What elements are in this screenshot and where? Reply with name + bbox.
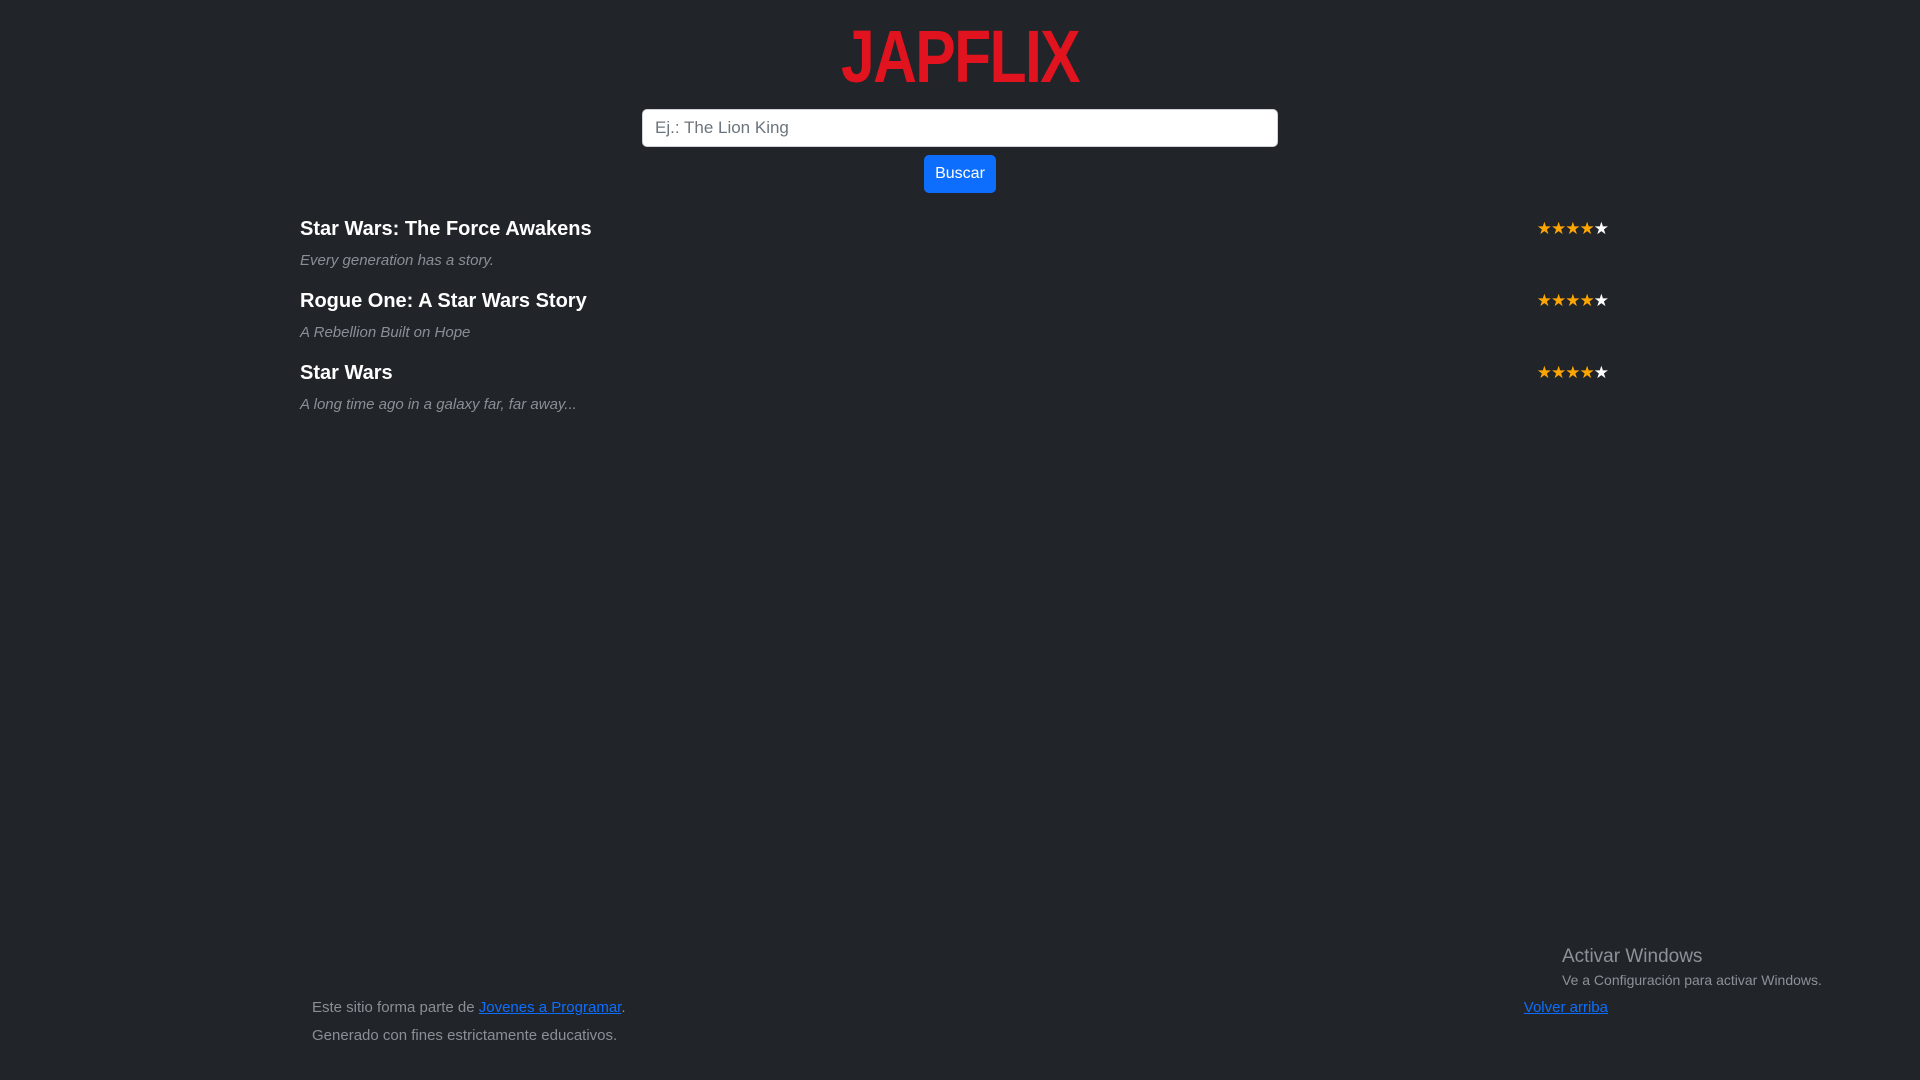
list-item[interactable]: Star Wars A long time ago in a galaxy fa… — [300, 358, 1609, 430]
results-list: Star Wars: The Force Awakens Every gener… — [300, 214, 1609, 430]
footer-disclaimer: Generado con fines estrictamente educati… — [312, 1027, 618, 1044]
japflix-logo: JAPFLIX — [840, 15, 1081, 98]
star-rating: ★★★★★ — [1536, 291, 1609, 311]
star-filled-icon: ★ — [1579, 363, 1595, 382]
star-rating: ★★★★★ — [1536, 219, 1609, 239]
page: JAPFLIX Buscar Star Wars: The Force Awak… — [0, 0, 1920, 1080]
list-item[interactable]: Rogue One: A Star Wars Story A Rebellion… — [300, 286, 1609, 358]
list-item[interactable]: Star Wars: The Force Awakens Every gener… — [300, 214, 1609, 286]
star-filled-icon: ★ — [1565, 219, 1580, 238]
star-empty-icon: ★ — [1593, 291, 1609, 310]
search-input[interactable] — [642, 109, 1278, 147]
movie-tagline: A long time ago in a galaxy far, far awa… — [300, 396, 577, 413]
footer-credit-text: Este sitio forma parte de — [312, 999, 479, 1016]
star-filled-icon: ★ — [1551, 363, 1566, 382]
star-filled-icon: ★ — [1579, 291, 1595, 310]
movie-title: Star Wars — [300, 362, 393, 384]
star-empty-icon: ★ — [1593, 219, 1609, 238]
movie-title: Star Wars: The Force Awakens — [300, 218, 592, 240]
star-empty-icon: ★ — [1593, 363, 1609, 382]
star-filled-icon: ★ — [1565, 363, 1580, 382]
windows-activation-title: Activar Windows — [1562, 946, 1703, 967]
star-filled-icon: ★ — [1551, 291, 1566, 310]
movie-tagline: A Rebellion Built on Hope — [300, 324, 471, 341]
movie-title: Rogue One: A Star Wars Story — [300, 290, 587, 312]
search-button[interactable]: Buscar — [924, 155, 996, 193]
jovenes-a-programar-link[interactable]: Jovenes a Programar — [479, 999, 622, 1016]
back-to-top-link[interactable]: Volver arriba — [1524, 999, 1608, 1016]
star-filled-icon: ★ — [1551, 219, 1566, 238]
star-filled-icon: ★ — [1579, 219, 1595, 238]
footer-credit-period: . — [621, 999, 626, 1016]
star-filled-icon: ★ — [1536, 219, 1552, 238]
star-filled-icon: ★ — [1536, 363, 1552, 382]
star-filled-icon: ★ — [1565, 291, 1580, 310]
windows-activation-subtitle: Ve a Configuración para activar Windows. — [1562, 972, 1822, 988]
star-rating: ★★★★★ — [1536, 363, 1609, 383]
star-filled-icon: ★ — [1536, 291, 1552, 310]
movie-tagline: Every generation has a story. — [300, 252, 494, 269]
footer-credit: Este sitio forma parte de Jovenes a Prog… — [312, 999, 626, 1016]
